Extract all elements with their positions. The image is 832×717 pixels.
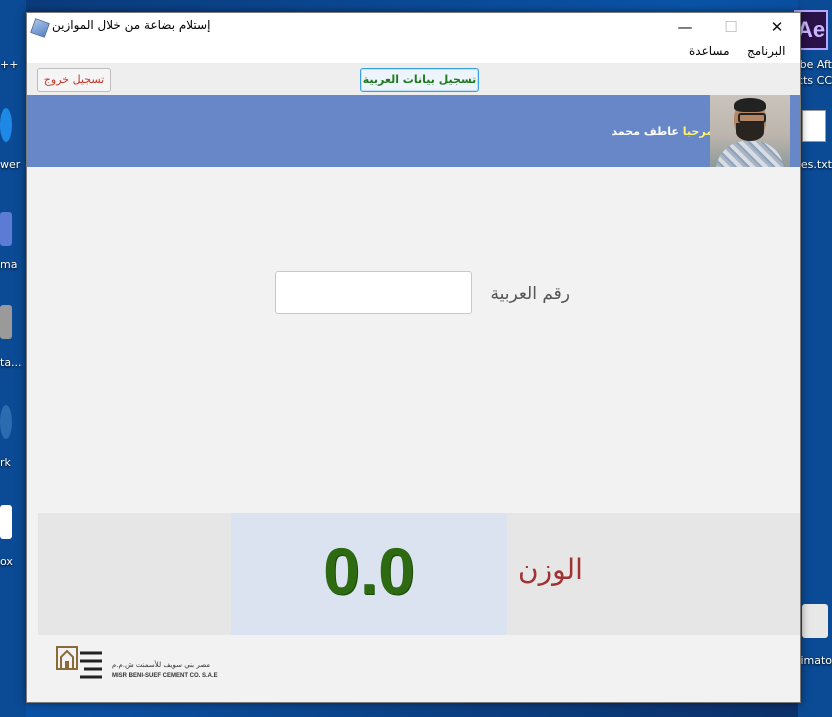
text-file-icon[interactable] <box>802 110 826 142</box>
register-vehicle-button[interactable]: تسجيل بيانات العربية <box>360 68 479 92</box>
desktop-icon-label[interactable]: ox <box>0 555 13 568</box>
window-title: إستلام بضاعة من خلال الموازين <box>52 18 211 32</box>
desktop-icon-label[interactable]: be Aft <box>800 58 832 71</box>
title-bar[interactable]: إستلام بضاعة من خلال الموازين — ☐ ✕ <box>27 13 800 41</box>
minimize-button[interactable]: — <box>662 13 708 41</box>
logout-button[interactable]: تسجيل خروج <box>37 68 111 92</box>
app-icon[interactable] <box>0 505 12 539</box>
desktop-icon-label[interactable]: ta... <box>0 356 22 369</box>
user-avatar <box>710 95 790 167</box>
calculator-icon[interactable] <box>802 604 828 638</box>
weight-display: 0.0 <box>231 513 507 635</box>
weight-panel: 0.0 الوزن <box>38 513 800 635</box>
toolbar: تسجيل خروج تسجيل بيانات العربية <box>27 63 800 95</box>
user-name: عاطف محمد <box>611 125 679 138</box>
virtualbox-icon[interactable] <box>0 212 12 246</box>
weight-value: 0.0 <box>323 534 415 608</box>
database-icon[interactable] <box>0 305 12 339</box>
welcome-greeting: مرحبا <box>682 125 713 138</box>
menu-program[interactable]: البرنامج <box>747 44 785 58</box>
desktop-icon-label[interactable]: rk <box>0 456 11 469</box>
app-logo-icon <box>30 18 50 38</box>
network-icon[interactable] <box>0 405 12 439</box>
weight-label: الوزن <box>518 553 583 586</box>
desktop-icon-label[interactable]: ma <box>0 258 17 271</box>
menu-bar: البرنامج مساعدة <box>27 41 800 64</box>
truck-number-label: رقم العربية <box>490 284 570 304</box>
user-banner: مرحبا عاطف محمد <box>27 95 800 167</box>
maximize-button[interactable]: ☐ <box>708 13 754 41</box>
teamviewer-icon[interactable] <box>0 108 12 142</box>
desktop-icon-label[interactable]: wer <box>0 158 20 171</box>
company-name-arabic: مصر بني سويف للأسمنت ش.م.م <box>112 661 211 669</box>
close-button[interactable]: ✕ <box>754 13 800 41</box>
app-window: إستلام بضاعة من خلال الموازين — ☐ ✕ البر… <box>26 12 801 703</box>
company-name-english: MISR BENI-SUEF CEMENT CO. S.A.E <box>112 673 218 679</box>
company-logo <box>56 646 102 679</box>
truck-number-input[interactable] <box>275 271 472 314</box>
menu-help[interactable]: مساعدة <box>689 44 730 58</box>
desktop-icon-label[interactable]: cts CC <box>797 74 832 87</box>
desktop-icon-label[interactable]: ++ <box>0 58 18 71</box>
welcome-text: مرحبا عاطف محمد <box>583 125 713 138</box>
